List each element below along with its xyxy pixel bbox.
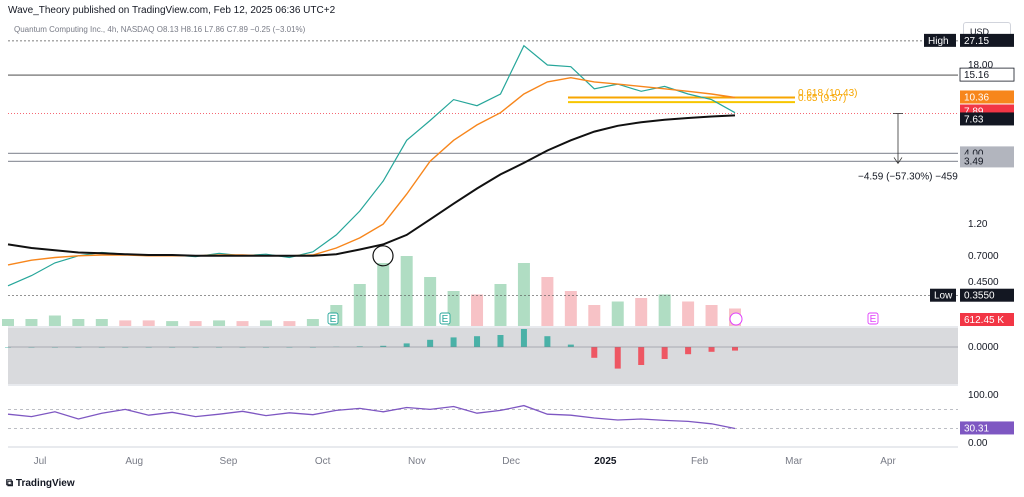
price-series-line	[7, 114, 736, 257]
macd-bar	[708, 347, 715, 352]
volume-bar	[189, 321, 202, 326]
x-axis-label: 2025	[594, 456, 617, 467]
x-axis-label: Oct	[315, 456, 331, 467]
volume-bar	[213, 320, 226, 326]
macd-bar	[591, 347, 598, 358]
volume-bar	[635, 298, 648, 326]
price-axis-tick: 100.00	[968, 390, 999, 401]
volume-bar	[236, 321, 249, 326]
volume-bar	[705, 305, 718, 326]
price-label-value: 10.36	[964, 92, 989, 103]
volume-bar	[95, 319, 108, 326]
volume-bar	[611, 301, 624, 326]
price-label-name: High	[928, 36, 949, 47]
macd-bar	[614, 347, 621, 369]
price-label-badge: 7.63	[960, 112, 1014, 126]
volume-bar	[541, 277, 554, 326]
volume-bar	[682, 301, 695, 326]
price-label-value: 15.16	[964, 70, 989, 81]
volume-bar	[166, 321, 179, 326]
tv-logo-icon: ⧉	[6, 478, 14, 489]
earnings-event-icon: E	[867, 312, 879, 325]
volume-bar	[353, 284, 366, 326]
volume-bar	[658, 294, 671, 326]
macd-bar	[685, 347, 692, 355]
price-label-badge: High 27.15	[924, 33, 1014, 47]
x-axis-label: Sep	[220, 456, 238, 467]
x-axis-label: Mar	[785, 456, 803, 467]
event-letter: E	[442, 314, 449, 325]
volume-bar	[283, 321, 296, 326]
macd-bar	[427, 339, 434, 347]
price-axis-tick: 0.0000	[968, 342, 999, 353]
price-label-badge: 3.49	[960, 154, 1014, 168]
volume-bar	[48, 315, 61, 326]
price-label-value: 7.63	[964, 114, 984, 125]
tradingview-logo[interactable]: ⧉ TradingView	[6, 478, 75, 489]
price-label-name: Low	[934, 291, 953, 302]
price-axis-tick: 0.7000	[968, 251, 999, 262]
price-label-badge: 10.36	[960, 90, 1014, 104]
macd-bar	[403, 343, 410, 347]
price-label-value: 30.31	[964, 423, 989, 434]
x-axis-label: Feb	[691, 456, 709, 467]
macd-bar	[497, 335, 504, 347]
event-letter: E	[870, 314, 877, 325]
volume-bar	[259, 320, 272, 326]
event-letter: E	[330, 314, 337, 325]
volume-bar	[306, 319, 319, 326]
macd-bar	[544, 336, 551, 347]
volume-bar	[2, 319, 14, 326]
x-axis-label: Dec	[502, 456, 520, 467]
macd-bar	[520, 329, 527, 347]
macd-bar	[474, 336, 481, 347]
volume-bar	[72, 319, 85, 326]
x-axis-label: Aug	[125, 456, 143, 467]
volume-bar	[564, 291, 577, 326]
volume-bar	[424, 277, 437, 326]
volume-bar	[517, 263, 530, 326]
x-axis-label: Apr	[880, 456, 896, 467]
price-series-line	[7, 76, 736, 266]
macd-bar	[661, 347, 668, 359]
crossover-circle	[372, 245, 394, 267]
fib-label: 0.65 (9.57)	[798, 93, 846, 104]
volume-bar	[25, 319, 38, 326]
price-label-value: 612.45 K	[964, 315, 1004, 326]
price-axis-tick: 1.20	[968, 219, 988, 230]
measure-label: −4.59 (−57.30%) −459	[858, 171, 958, 182]
price-label-badge: 612.45 K	[960, 313, 1014, 326]
price-axis-tick: 0.4500	[968, 277, 999, 288]
price-label-value: 3.49	[964, 156, 984, 167]
macd-pane-bg	[8, 328, 958, 384]
price-label-badge: Low 0.3550	[930, 288, 1014, 302]
price-series-line	[7, 44, 736, 287]
dividend-event-icon	[729, 312, 743, 326]
tv-brand-text: TradingView	[15, 478, 75, 489]
macd-bar	[638, 347, 645, 365]
earnings-event-icon: E	[327, 312, 339, 325]
volume-bar	[142, 320, 155, 326]
volume-bar	[377, 263, 390, 326]
macd-bar	[732, 347, 738, 351]
earnings-event-icon: E	[439, 312, 451, 325]
volume-bar	[471, 294, 484, 326]
volume-bar	[494, 284, 507, 326]
x-axis-label: Nov	[408, 456, 426, 467]
volume-bar	[400, 256, 413, 326]
macd-bar	[450, 337, 457, 347]
macd-bar	[567, 344, 574, 347]
volume-bar	[119, 320, 132, 326]
price-label-value: 0.3550	[964, 291, 995, 302]
x-axis-label: Jul	[34, 456, 47, 467]
rsi-pane-bg	[8, 386, 958, 446]
volume-bar	[588, 305, 601, 326]
chart-canvas[interactable]: 0.618 (10.43)0.65 (9.57)−4.59 (−57.30%) …	[0, 0, 1024, 497]
price-label-value: 27.15	[964, 36, 989, 47]
price-label-badge: 15.16	[959, 67, 1015, 82]
price-axis-tick: 0.00	[968, 438, 988, 449]
price-label-badge: 30.31	[960, 421, 1014, 435]
